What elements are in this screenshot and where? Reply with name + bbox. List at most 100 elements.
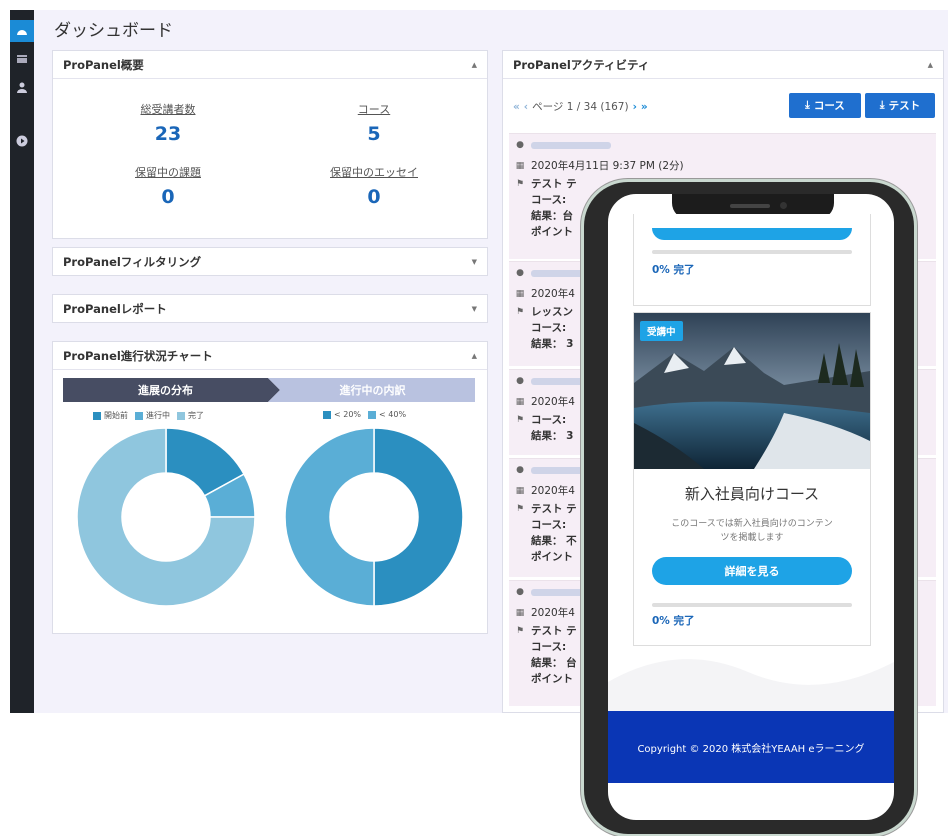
decorative-waves	[608, 659, 894, 712]
overview-header[interactable]: ProPanel概要 ▲	[53, 51, 487, 79]
progress-bar-track	[652, 603, 852, 607]
donut-chart-distribution	[76, 427, 256, 607]
flag-icon: ⚑	[515, 625, 525, 636]
progress-chart-title: ProPanel進行状況チャート	[63, 348, 213, 363]
legend-label: < 20%	[334, 410, 362, 419]
donut-slice-< 40%[interactable]	[284, 427, 375, 607]
entry-type: ⚑ テスト テ	[515, 501, 577, 516]
flag-icon: ⚑	[515, 414, 525, 425]
course-card[interactable]: 受講中 新入社員向けコース このコースでは新入社員向けのコンテン ツを掲載します…	[633, 312, 871, 646]
stat-label[interactable]: コース	[294, 101, 454, 117]
view-details-button[interactable]: 詳細を見る	[652, 557, 852, 585]
course-title: 新入社員向けコース	[684, 485, 820, 503]
donut-chart-breakdown	[284, 427, 464, 607]
left-nav	[10, 10, 34, 713]
entry-type: ⚑ コース:	[515, 412, 566, 427]
course-filter-button[interactable]: ⤓ コース	[789, 93, 861, 118]
entry-date: ▦ 2020年4	[515, 394, 575, 409]
user-icon: ●	[516, 140, 524, 150]
prev-page-button[interactable]: ‹	[524, 101, 528, 113]
expand-icon[interactable]: ▼	[472, 305, 477, 313]
stat-pending-assignments: 保留中の課題 0	[88, 164, 248, 208]
test-button-label: テスト	[888, 100, 921, 112]
entry-type: ⚑ テスト テ	[515, 176, 577, 191]
entry-type-text: コース:	[531, 414, 567, 426]
course-card-previous: 0% 完了	[633, 214, 871, 306]
entry-date: ▦ 2020年4	[515, 286, 575, 301]
legend-left: 開始前 進行中 完了	[93, 410, 204, 421]
last-page-button[interactable]: »	[641, 101, 648, 113]
entry-date: ▦ 2020年4	[515, 605, 575, 620]
entry-course: コース:	[531, 641, 567, 653]
nav-media[interactable]	[10, 130, 34, 152]
stat-pending-essays: 保留中のエッセイ 0	[294, 164, 454, 208]
progress-chart-header[interactable]: ProPanel進行状況チャート ▲	[53, 342, 487, 370]
calendar-icon: ▦	[515, 160, 525, 171]
entry-result: 結果： 不	[531, 535, 577, 547]
entry-course: コース:	[531, 194, 567, 206]
stat-label[interactable]: 保留中のエッセイ	[294, 164, 454, 180]
user-icon	[17, 82, 27, 93]
legend-swatch	[323, 410, 331, 419]
entry-result: 結果：台	[531, 210, 573, 222]
flag-icon: ⚑	[515, 178, 525, 189]
calendar-icon: ▦	[515, 485, 525, 496]
entry-points: ポイント	[531, 551, 573, 563]
pagination: « ‹ ページ 1 / 34 (167) › »	[513, 99, 648, 114]
legend-label: 開始前	[104, 411, 128, 420]
expand-icon[interactable]: ▼	[472, 258, 477, 266]
entry-points: ポイント	[531, 226, 573, 238]
progress-text: 0% 完了	[652, 264, 695, 276]
nav-dashboard[interactable]	[10, 20, 34, 42]
course-description-line: このコースでは新入社員向けのコンテン	[671, 519, 833, 529]
overview-panel: ProPanel概要 ▲ 総受講者数 23 コース 5 保留中の課題 0 保留中…	[52, 50, 488, 239]
previous-card-button[interactable]	[652, 228, 852, 240]
course-button-label: コース	[813, 100, 845, 112]
entry-type: ⚑ テスト テ	[515, 623, 577, 638]
tab-distribution[interactable]: 進展の分布	[63, 378, 268, 402]
stat-value: 5	[367, 123, 381, 145]
flag-icon: ⚑	[515, 306, 525, 317]
collapse-icon[interactable]: ▲	[472, 61, 477, 69]
progress-chart-panel: ProPanel進行状況チャート ▲ 進展の分布 進行中の内訳 開始前 進行中 …	[52, 341, 488, 634]
reports-header[interactable]: ProPanelレポート ▼	[53, 295, 487, 323]
pager-text: ページ 1 / 34 (167)	[532, 101, 629, 113]
activity-title: ProPanelアクティビティ	[513, 57, 650, 72]
donut-slice-< 20%[interactable]	[373, 427, 464, 607]
stat-value: 0	[367, 186, 381, 208]
filtering-header[interactable]: ProPanelフィルタリング ▼	[53, 248, 487, 276]
test-filter-button[interactable]: ⤓ テスト	[865, 93, 935, 118]
dashboard-icon	[17, 30, 27, 35]
activity-header[interactable]: ProPanelアクティビティ ▲	[503, 51, 943, 79]
tab-breakdown[interactable]: 進行中の内訳	[270, 378, 475, 402]
entry-type-text: テスト テ	[531, 178, 577, 190]
legend-swatch	[368, 410, 377, 419]
stat-total-learners: 総受講者数 23	[88, 101, 248, 145]
user-icon: ●	[516, 587, 524, 597]
stat-label[interactable]: 保留中の課題	[88, 164, 248, 180]
reports-title: ProPanelレポート	[63, 302, 167, 316]
collapse-icon[interactable]: ▲	[472, 352, 477, 360]
next-page-button[interactable]: ›	[633, 101, 637, 113]
collapse-icon[interactable]: ▲	[928, 61, 933, 69]
nav-reports[interactable]	[10, 48, 34, 70]
legend-label: 進行中	[146, 411, 170, 420]
entry-type-text: レッスン	[531, 306, 573, 318]
enrolled-badge: 受講中	[640, 321, 683, 341]
nav-users[interactable]	[10, 76, 34, 98]
filtering-panel: ProPanelフィルタリング ▼	[52, 247, 488, 276]
filtering-title: ProPanelフィルタリング	[63, 255, 202, 269]
entry-type: ⚑ レッスン	[515, 304, 573, 319]
overview-title: ProPanel概要	[63, 57, 144, 72]
entry-type-text: テスト テ	[531, 503, 577, 515]
entry-result: 結果： 3	[531, 430, 574, 442]
entry-date-text: 2020年4	[531, 288, 575, 300]
entry-date: ▦ 2020年4月11日 9:37 PM (2分)	[515, 158, 684, 173]
stat-label[interactable]: 総受講者数	[88, 101, 248, 117]
entry-date-text: 2020年4	[531, 396, 575, 408]
phone-screen: 0% 完了 受講中 新入社員向けコース このコースでは新入社員向けのコンテン ツ…	[608, 194, 894, 820]
entry-user: ●	[515, 140, 611, 150]
first-page-button[interactable]: «	[513, 101, 520, 113]
legend-right: < 20% < 40%	[323, 410, 406, 419]
progress-bar-track	[652, 250, 852, 254]
